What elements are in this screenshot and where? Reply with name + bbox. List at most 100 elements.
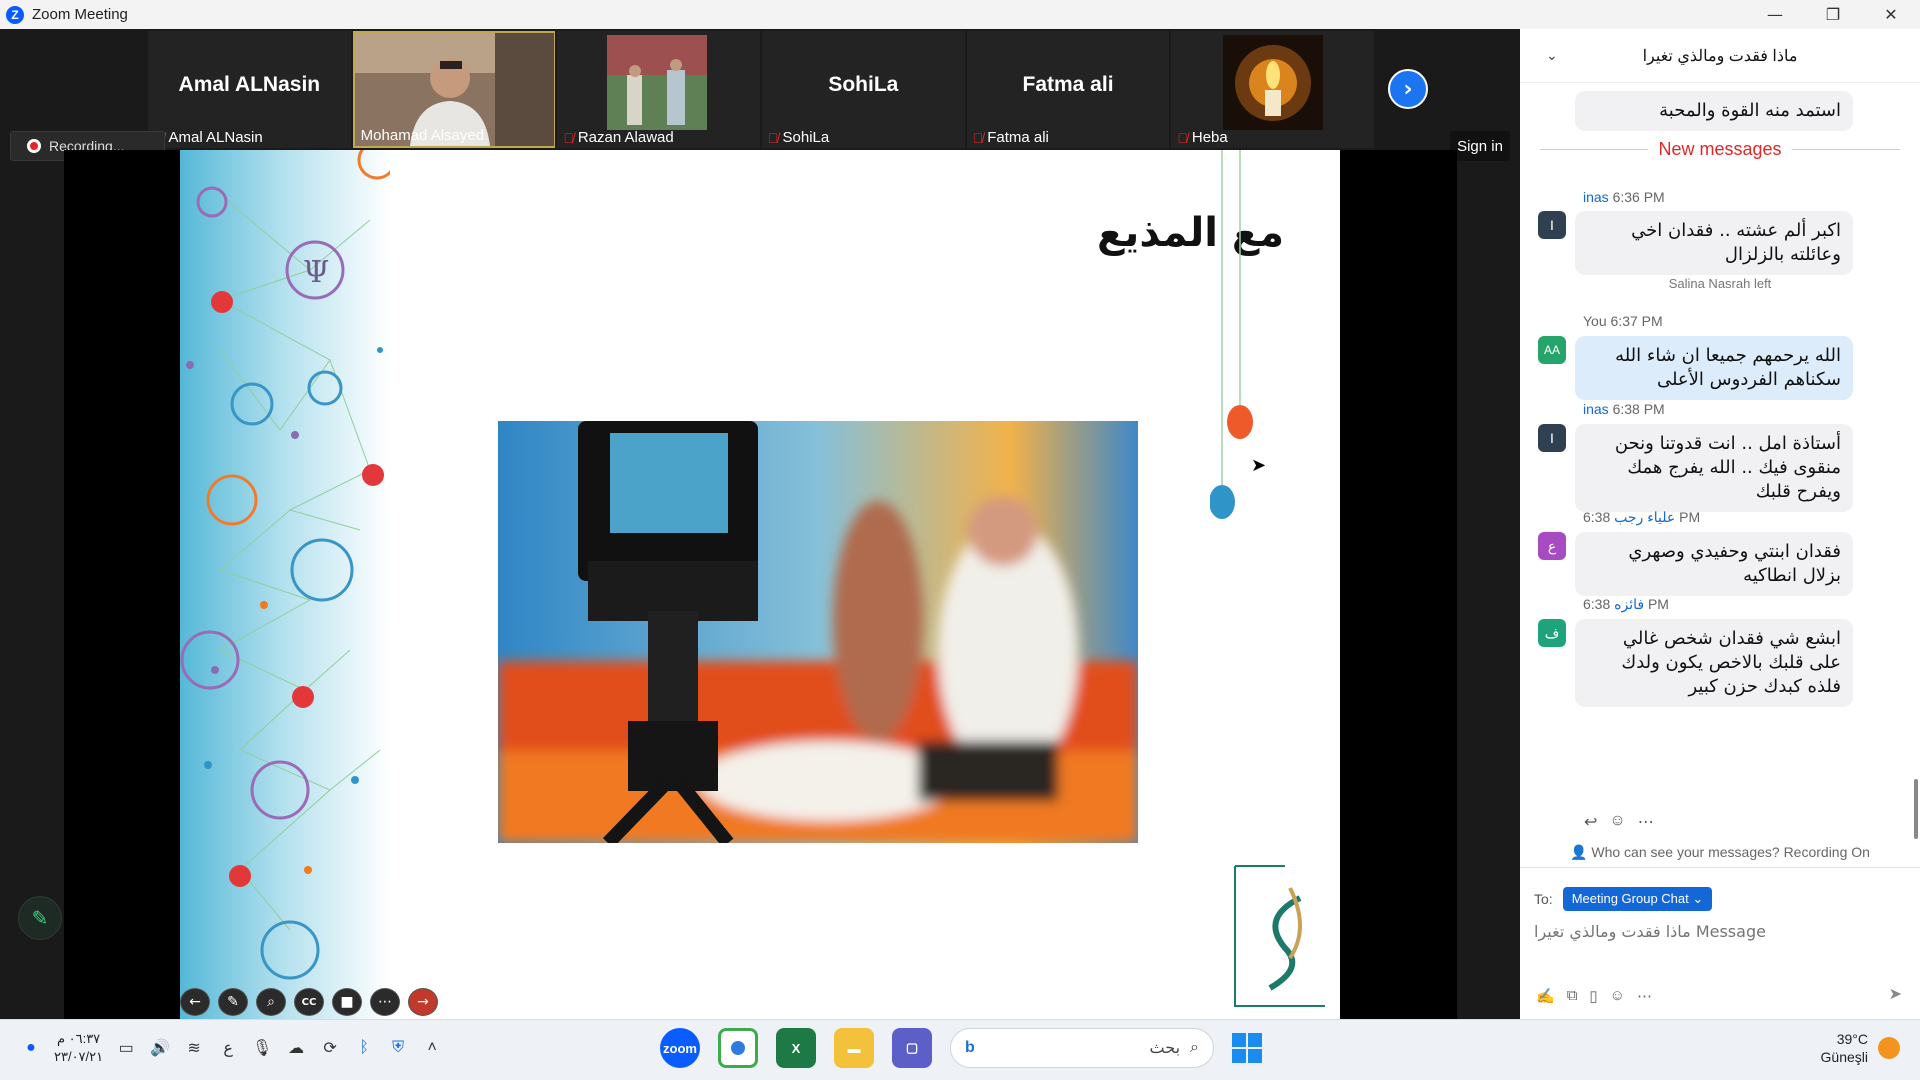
zoom-app-icon[interactable]: zoom <box>660 1028 700 1068</box>
add-reaction-icon[interactable]: ☺ <box>1609 812 1625 832</box>
message-time: 6:36 PM <box>1612 189 1665 205</box>
teams-app-icon[interactable]: ▢ <box>892 1028 932 1068</box>
taskbar-search[interactable]: b بحث ⌕ <box>950 1028 1214 1068</box>
send-icon[interactable]: ➤ <box>1889 984 1902 1004</box>
language-indicator[interactable]: ع <box>217 1038 239 1058</box>
excel-app-icon[interactable]: X <box>776 1028 816 1068</box>
battery-icon[interactable]: ▭ <box>115 1038 137 1058</box>
avatar: ف <box>1538 619 1566 647</box>
windows-start-icon[interactable] <box>1232 1033 1262 1063</box>
participant-tile[interactable]: 🎙̸ Heba <box>1171 31 1375 148</box>
chat-bubble: استمد منه القوة والمحبة <box>1575 91 1853 131</box>
clock-date: ٢٣/٠٧/٢١ <box>54 1049 104 1064</box>
avatar: ع <box>1538 532 1566 560</box>
chat-header-title: ماذا فقدت ومالذي تغيرا <box>1642 47 1798 65</box>
restore-button[interactable]: ❐ <box>1804 0 1862 29</box>
record-dot-icon <box>27 139 41 153</box>
slide-photo-tv-studio <box>498 421 1138 843</box>
participant-tile[interactable]: Amal ALNasin 🎙̸Amal ALNasin <box>148 31 351 148</box>
emoji-icon[interactable]: ☺ <box>1610 987 1625 1005</box>
weather-desc: Güneşli <box>1820 1049 1868 1065</box>
to-label: To: <box>1534 891 1553 907</box>
pen-icon[interactable]: ✎ <box>218 988 248 1016</box>
chevron-down-icon[interactable]: ⌄ <box>1546 47 1558 64</box>
message-sender: inas 6:38 PM <box>1583 401 1665 417</box>
shared-slide: Ψ مع المذيع ➤ <box>180 150 1340 1020</box>
weather-temp: 39°C <box>1836 1031 1868 1047</box>
divider <box>1520 867 1920 868</box>
zoom-logo-icon: Z <box>6 5 24 24</box>
slide-controls: ← ✎ ⌕ CC ■ ⋯ → <box>180 988 438 1016</box>
recipient-dropdown[interactable]: Meeting Group Chat ⌄ <box>1562 887 1713 911</box>
mic-muted-icon: 🎙̸ <box>1177 129 1188 146</box>
participant-tile[interactable]: 🎙̸ Razan Alawad <box>557 31 761 148</box>
annotate-pencil-icon[interactable]: ✎ <box>18 896 62 940</box>
slide-decoration: Ψ <box>180 150 390 1020</box>
sign-in-button[interactable]: Sign in <box>1450 131 1510 161</box>
participant-label: 🎙̸Amal ALNasin <box>154 129 263 146</box>
mic-muted-icon: 🎙̸ <box>972 129 984 146</box>
forward-icon[interactable]: → <box>408 988 438 1016</box>
camera-icon[interactable]: ■ <box>332 988 362 1016</box>
chat-bubble: فقدان ابنتي وحفيدي وصهري بزلال انطاكيه <box>1575 532 1853 596</box>
wifi-icon[interactable]: ≋ <box>183 1038 205 1058</box>
chat-scrollbar[interactable] <box>1914 779 1918 839</box>
zoom-tray-icon[interactable]: ● <box>20 1039 42 1057</box>
file-icon[interactable]: ▯ <box>1589 987 1597 1005</box>
hanging-ornaments <box>1210 150 1253 519</box>
file-explorer-icon[interactable]: ▬ <box>834 1028 874 1068</box>
onedrive-icon[interactable]: ☁ <box>285 1038 307 1058</box>
next-page-arrow-icon[interactable]: › <box>1388 69 1428 109</box>
chat-bubble: اكبر ألم عشته .. فقدان اخي وعائلته بالزل… <box>1575 211 1853 275</box>
more-icon[interactable]: ⋯ <box>370 988 400 1016</box>
more-icon[interactable]: ⋯ <box>1637 987 1652 1005</box>
divider-line <box>1540 149 1649 150</box>
microphone-icon[interactable]: 🎙 <box>251 1038 273 1058</box>
person-lock-icon: 👤 <box>1570 844 1588 860</box>
participant-label-text: Amal ALNasin <box>168 129 263 146</box>
message-time: 6:37 PM <box>1610 313 1663 329</box>
volume-icon[interactable]: 🔊 <box>149 1038 171 1058</box>
weather-widget[interactable]: 39°C Güneşli <box>1821 1030 1900 1066</box>
chat-bubble: أستاذة امل .. انت قدوتنا ونحن منقوى فيك … <box>1575 424 1853 512</box>
participant-label-text: Fatma ali <box>987 129 1049 146</box>
privacy-notice[interactable]: 👤 Who can see your messages? Recording O… <box>1520 844 1920 861</box>
message-sender: فائزه 6:38 PM <box>1583 596 1669 613</box>
sun-icon <box>1878 1037 1900 1059</box>
chat-bubble: ابشع شي فقدان شخص غالي على قلبك بالاخص ي… <box>1575 619 1853 707</box>
minimize-button[interactable]: — <box>1746 0 1804 29</box>
close-button[interactable]: ✕ <box>1862 0 1920 29</box>
search-icon: ⌕ <box>1190 1039 1199 1056</box>
clock[interactable]: ٠٦:٣٧ م ٢٣/٠٧/٢١ <box>54 1030 103 1066</box>
chrome-app-icon[interactable] <box>718 1028 758 1068</box>
format-icon[interactable]: ✍ <box>1536 987 1555 1005</box>
chat-panel: ⌄ ماذا فقدت ومالذي تغيرا استمد منه القوة… <box>1520 29 1920 1019</box>
zoom-icon[interactable]: ⌕ <box>256 988 286 1016</box>
sync-icon[interactable]: ⟳ <box>319 1038 341 1058</box>
message-input[interactable] <box>1534 915 1904 947</box>
participant-name-large: Fatma ali <box>1022 72 1114 96</box>
participant-label-text: Heba <box>1191 129 1228 146</box>
divider-line <box>1791 149 1901 150</box>
participant-tile-active[interactable]: Mohamad Alsayed <box>352 31 556 148</box>
participant-label: 🎙̸ Fatma ali <box>973 129 1049 146</box>
chevron-up-icon[interactable]: ˄ <box>421 1039 443 1057</box>
participant-tile[interactable]: Fatma ali 🎙̸ Fatma ali <box>966 31 1170 148</box>
bluetooth-icon[interactable]: ᛒ <box>353 1039 375 1057</box>
screenshot-icon[interactable]: ⧉ <box>1567 987 1578 1005</box>
cc-icon[interactable]: CC <box>294 988 324 1016</box>
sender-name: فائزه <box>1614 596 1645 612</box>
reply-icon[interactable]: ↩ <box>1584 812 1597 832</box>
participant-label-text: SohiLa <box>782 129 830 146</box>
participant-tile[interactable]: SohiLa 🎙̸ SohiLa <box>762 31 965 148</box>
participant-name-large: SohiLa <box>828 72 899 96</box>
recipient-name: Meeting Group Chat <box>1571 891 1689 906</box>
participant-label: 🎙̸ Heba <box>1177 129 1227 146</box>
back-icon[interactable]: ← <box>180 988 210 1016</box>
system-message: Salina Nasrah left <box>1668 276 1772 291</box>
participant-label: 🎙̸ SohiLa <box>768 129 829 146</box>
participant-label: 🎙̸ Razan Alawad <box>563 129 673 146</box>
more-options-icon[interactable]: ⋯ <box>1638 812 1654 832</box>
participant-label: Mohamad Alsayed <box>361 127 484 144</box>
security-icon[interactable]: ⛨ <box>387 1039 409 1057</box>
